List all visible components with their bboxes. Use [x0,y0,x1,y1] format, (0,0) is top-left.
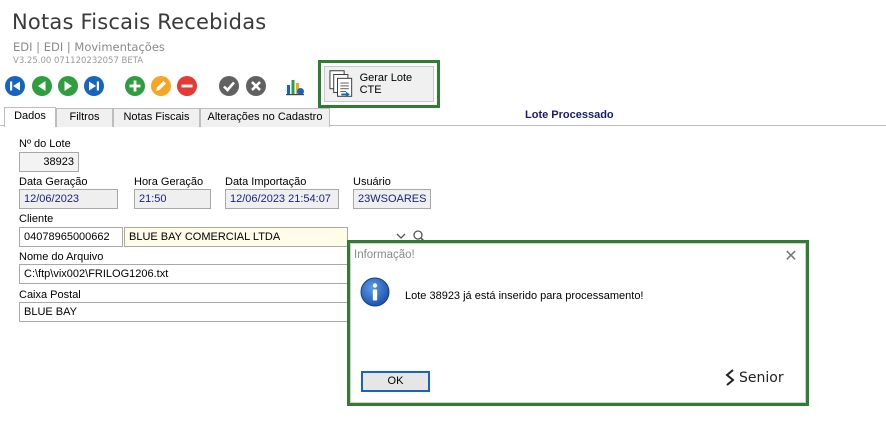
close-icon[interactable]: ✕ [783,246,799,266]
edit-button[interactable] [151,76,171,96]
confirm-icon [219,76,239,96]
senior-logo-icon [725,369,735,386]
previous-record-icon [32,76,52,96]
breadcrumb: EDI | EDI | Movimentações [13,40,165,54]
arquivo-label: Nome do Arquivo [19,251,104,263]
first-record-icon [5,76,25,96]
lote-field[interactable]: 38923 [19,152,79,172]
arquivo-field[interactable]: C:\ftp\vix002\FRILOG1206.txt [19,264,349,284]
add-button[interactable] [125,76,145,96]
app-title: Notas Fiscais Recebidas [12,10,267,34]
senior-logo: Senior [724,369,784,386]
hora-geracao-label: Hora Geração [134,176,204,188]
cliente-code-field[interactable]: 04078965000662 [19,227,123,247]
tab-filtros[interactable]: Filtros [56,108,113,127]
data-importacao-field[interactable]: 12/06/2023 21:54:07 [225,189,339,209]
usuario-label: Usuário [353,176,391,188]
data-geracao-field[interactable]: 12/06/2023 [19,189,118,209]
add-icon [125,76,145,96]
delete-icon [177,76,197,96]
first-record-button[interactable] [5,76,25,96]
report-chart-icon [286,80,304,96]
cancel-icon [246,76,266,96]
caixa-postal-label: Caixa Postal [19,289,81,301]
dialog-message: Lote 38923 já está inserido para process… [405,290,644,302]
dialog-title: Informação! [354,249,415,261]
last-record-icon [84,76,104,96]
ok-button[interactable]: OK [361,371,430,392]
edit-icon [151,76,171,96]
caixa-postal-field[interactable]: BLUE BAY [19,302,349,322]
confirm-button[interactable] [219,76,239,96]
hora-geracao-field[interactable]: 21:50 [134,189,211,209]
lote-label: Nº do Lote [19,138,71,150]
gerar-lote-cte-button[interactable]: Gerar Lote CTE [324,66,434,102]
gerar-lote-label: Gerar Lote CTE [359,72,413,96]
last-record-button[interactable] [84,76,104,96]
cliente-name-field[interactable]: BLUE BAY COMERCIAL LTDA [124,227,348,247]
tab-dados[interactable]: Dados [4,107,56,127]
info-icon [360,277,390,307]
status-label: Lote Processado [525,109,614,121]
next-record-button[interactable] [58,76,78,96]
documents-icon [329,70,353,98]
data-importacao-label: Data Importação [225,176,307,188]
cliente-label: Cliente [19,213,54,225]
next-record-icon [58,76,78,96]
data-geracao-label: Data Geração [19,176,88,188]
chevron-down-icon[interactable] [396,232,406,240]
tab-notas-fiscais[interactable]: Notas Fiscais [113,108,200,127]
report-button[interactable] [285,76,305,96]
senior-brand: Senior [739,369,784,386]
tab-alteracoes-cadastro[interactable]: Alterações no Cadastro [200,108,330,127]
cancel-button[interactable] [246,76,266,96]
delete-button[interactable] [177,76,197,96]
version-label: V3.25.00 071120232057 BETA [13,56,144,66]
previous-record-button[interactable] [32,76,52,96]
usuario-field[interactable]: 23WSOARES [353,189,431,209]
